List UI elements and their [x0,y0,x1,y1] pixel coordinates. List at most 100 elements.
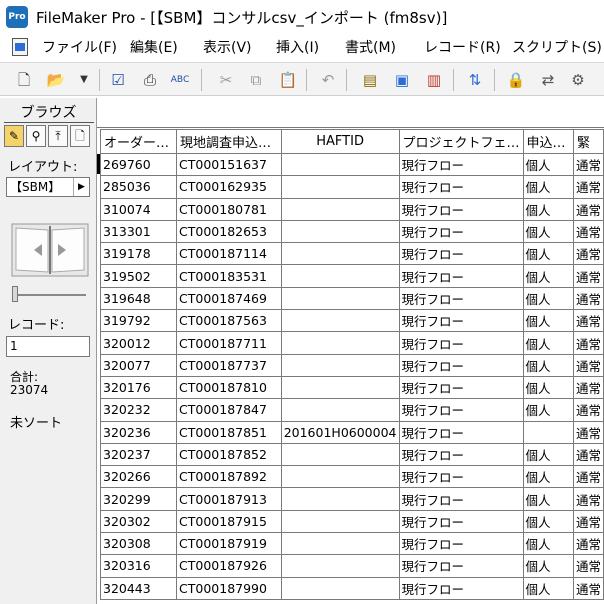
haftid-cell[interactable] [280,465,400,489]
checkbox-icon[interactable]: ☑ [108,70,128,90]
haftid-cell[interactable] [280,576,400,600]
project-phase-cell[interactable]: 現行フロー [398,442,524,467]
table-row[interactable]: 310074 CT000180781 現行フロー 個人 通常 [99,197,604,221]
urgency-cell[interactable]: 通常 [572,487,604,511]
order-cell[interactable]: 319792 [99,309,178,333]
project-phase-cell[interactable]: 現行フロー [398,264,524,288]
urgency-cell[interactable]: 通常 [572,175,604,199]
order-cell[interactable]: 320443 [99,576,178,600]
project-phase-cell[interactable]: 現行フロー [398,420,524,444]
table-row[interactable]: 320236 CT000187851 201601H0600004 現行フロー 通常 [99,420,604,444]
project-phase-cell[interactable]: 現行フロー [398,375,524,400]
project-phase-cell[interactable]: 現行フロー [398,152,524,177]
delete-record-icon[interactable]: ▥ [424,70,444,90]
table-row[interactable]: 320232 CT000187847 現行フロー 個人 通常 [99,398,604,422]
table-row[interactable]: 320443 CT000187990 現行フロー 個人 通常 [99,576,604,600]
haftid-cell[interactable] [280,175,400,199]
order-cell[interactable]: 320236 [99,420,178,444]
find-mode-magnifier-icon[interactable]: ⚲ [26,125,46,147]
table-row[interactable]: 320299 CT000187913 現行フロー 個人 通常 [99,487,604,511]
table-row[interactable]: 319502 CT000183531 現行フロー 個人 通常 [99,264,604,288]
haftid-cell[interactable] [280,286,400,311]
lock-icon[interactable]: 🔒 [506,70,526,90]
urgency-cell[interactable]: 通常 [572,353,604,377]
applicant-cell[interactable]: 個人 [522,487,574,511]
project-phase-cell[interactable]: 現行フロー [398,353,524,377]
applicant-cell[interactable] [522,420,574,444]
table-row[interactable]: 319178 CT000187114 現行フロー 個人 通常 [99,242,604,266]
record-slider-thumb[interactable] [12,286,18,302]
record-number-input[interactable]: 1 [6,336,90,357]
order-cell[interactable]: 320077 [99,353,178,377]
haftid-cell[interactable] [280,532,400,556]
applicant-cell[interactable]: 個人 [522,532,574,556]
project-phase-cell[interactable]: 現行フロー [398,242,524,266]
project-phase-cell[interactable]: 現行フロー [398,398,524,422]
haftid-cell[interactable] [280,554,400,578]
layout-popup-menu[interactable]: 【SBM】 ▶ [6,177,90,197]
survey-cell[interactable]: CT000187913 [176,487,282,511]
survey-cell[interactable]: CT000187469 [176,286,282,311]
project-phase-cell[interactable]: 現行フロー [398,532,524,556]
urgency-cell[interactable]: 通常 [572,509,604,534]
preview-mode-page-icon[interactable]: 🗋 [70,125,90,147]
urgency-cell[interactable]: 通常 [572,375,604,400]
urgency-cell[interactable]: 通常 [572,152,604,177]
table-row[interactable]: 320308 CT000187919 現行フロー 個人 通常 [99,532,604,556]
order-cell[interactable]: 320232 [99,398,178,422]
project-phase-cell[interactable]: 現行フロー [398,509,524,534]
record-slider-track[interactable] [12,294,86,296]
order-cell[interactable]: 285036 [99,175,178,199]
project-phase-cell[interactable]: 現行フロー [398,175,524,199]
survey-cell[interactable]: CT000187852 [176,442,282,467]
survey-cell[interactable]: CT000187847 [176,398,282,422]
table-row[interactable]: 285036 CT000162935 現行フロー 個人 通常 [99,175,604,199]
order-cell[interactable]: 319178 [99,242,178,266]
new-document-icon[interactable]: 🗋 [14,70,34,90]
applicant-cell[interactable]: 個人 [522,442,574,467]
urgency-cell[interactable]: 通常 [572,286,604,311]
survey-cell[interactable]: CT000162935 [176,175,282,199]
table-row[interactable]: 269760 CT000151637 現行フロー 個人 通常 [99,152,604,177]
survey-cell[interactable]: CT000187990 [176,576,282,600]
chevron-right-icon[interactable]: ▶ [73,178,89,196]
order-cell[interactable]: 320176 [99,375,178,400]
urgency-cell[interactable]: 通常 [572,219,604,244]
menu-records[interactable]: レコード(R) [424,37,501,57]
order-cell[interactable]: 320237 [99,442,178,467]
project-phase-cell[interactable]: 現行フロー [398,576,524,600]
table-row[interactable]: 320077 CT000187737 現行フロー 個人 通常 [99,353,604,377]
undo-icon[interactable]: ↶ [318,70,338,90]
applicant-cell[interactable]: 個人 [522,509,574,534]
cut-icon[interactable]: ✂ [216,70,236,90]
survey-cell[interactable]: CT000180781 [176,197,282,221]
order-cell[interactable]: 320266 [99,465,178,489]
applicant-cell[interactable]: 個人 [522,375,574,400]
menu-insert[interactable]: 挿入(I) [276,37,319,57]
applicant-cell[interactable]: 個人 [522,398,574,422]
haftid-cell[interactable] [280,353,400,377]
open-folder-icon[interactable]: 📂 [46,70,66,90]
order-cell[interactable]: 319648 [99,286,178,311]
urgency-cell[interactable]: 通常 [572,264,604,288]
applicant-cell[interactable]: 個人 [522,175,574,199]
survey-cell[interactable]: CT000187711 [176,331,282,355]
haftid-cell[interactable] [280,509,400,534]
table-row[interactable]: 319792 CT000187563 現行フロー 個人 通常 [99,309,604,333]
project-phase-cell[interactable]: 現行フロー [398,487,524,511]
table-row[interactable]: 313301 CT000182653 現行フロー 個人 通常 [99,219,604,244]
survey-cell[interactable]: CT000187926 [176,554,282,578]
urgency-cell[interactable]: 通常 [572,242,604,266]
applicant-cell[interactable]: 個人 [522,219,574,244]
haftid-cell[interactable] [280,309,400,333]
survey-cell[interactable]: CT000187851 [176,420,282,444]
print-icon[interactable]: ⎙ [140,70,160,90]
order-cell[interactable]: 269760 [99,152,178,177]
record-book-icon[interactable] [10,222,90,278]
order-cell[interactable]: 313301 [99,219,178,244]
haftid-cell[interactable] [280,242,400,266]
project-phase-cell[interactable]: 現行フロー [398,331,524,355]
column-header-survey[interactable]: 現地調査申込… [176,129,282,154]
haftid-cell[interactable] [280,197,400,221]
urgency-cell[interactable]: 通常 [572,420,604,444]
